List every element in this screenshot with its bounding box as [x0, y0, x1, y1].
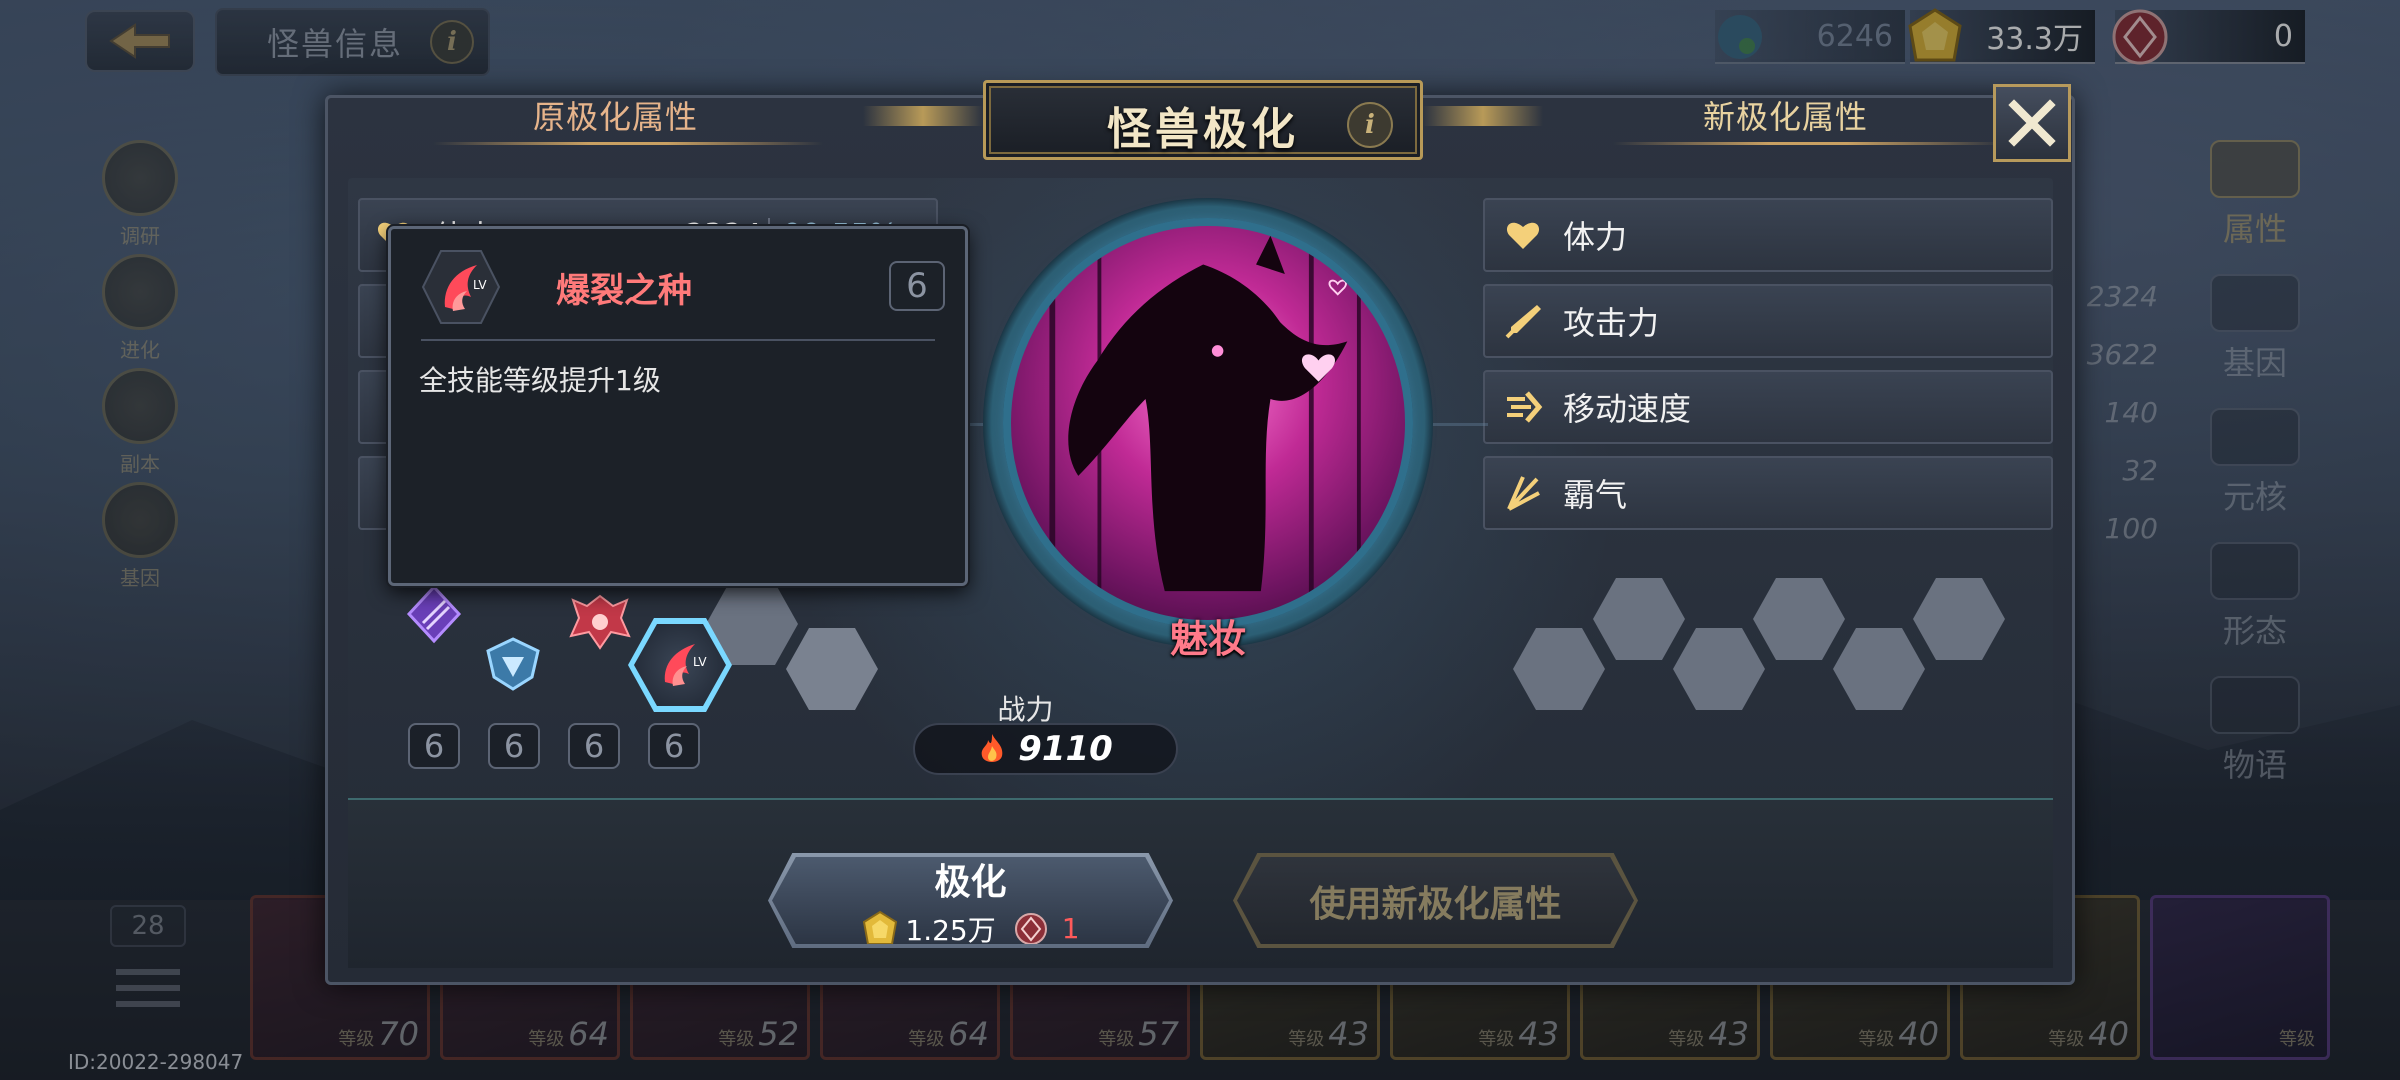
burst-seed-icon: LV: [664, 644, 707, 686]
polarize-dialog: 原极化属性 新极化属性 怪兽极化 i 体力 2324 99.55%: [325, 80, 2075, 985]
divider: [1613, 142, 2003, 145]
polarize-button-body: 极化 1.25万 1: [772, 857, 1169, 944]
original-attributes-title: 原极化属性: [533, 98, 699, 136]
monster-silhouette-icon: [1049, 226, 1361, 620]
banner-ornament: [1423, 106, 1543, 126]
gold-coin-icon: [863, 910, 898, 944]
burst-seed-icon: LV: [421, 250, 501, 324]
polarize-button-label: 极化: [934, 861, 1007, 903]
claw-icon: [1507, 476, 1540, 511]
new-attribute-list: 体力 攻击力 移动速度 霸气: [1483, 198, 2053, 542]
divider: [421, 339, 935, 341]
use-new-button-body: 使用新极化属性: [1237, 857, 1634, 944]
monster-portrait[interactable]: [1003, 218, 1413, 628]
dialog-title: 怪兽极化: [1107, 104, 1299, 155]
use-new-attributes-label: 使用新极化属性: [1309, 883, 1562, 925]
dialog-title-banner: 怪兽极化 i: [863, 60, 1543, 170]
combat-power: 9110: [913, 723, 1178, 775]
use-new-attributes-button[interactable]: 使用新极化属性: [1233, 853, 1638, 948]
selected-skill-slot[interactable]: LV: [628, 618, 732, 712]
new-attr-speed: 移动速度: [1483, 370, 2053, 444]
blue-shield-icon[interactable]: [480, 633, 546, 695]
close-icon: [2008, 99, 2056, 147]
svg-text:LV: LV: [473, 278, 487, 292]
new-attr-stamina: 体力: [1483, 198, 2053, 272]
fire-icon: [981, 734, 1003, 762]
tooltip-skill-name: 爆裂之种: [556, 271, 692, 311]
crystal-icon: [1014, 912, 1047, 944]
new-attr-attack: 攻击力: [1483, 284, 2053, 358]
new-attributes-title: 新极化属性: [1703, 98, 1869, 136]
tooltip-skill-level: 6: [889, 261, 945, 311]
tooltip-description: 全技能等级提升1级: [419, 364, 661, 397]
polarize-cost-item: 1: [1061, 912, 1080, 945]
skill-tooltip: LV 爆裂之种 6 全技能等级提升1级: [388, 226, 968, 586]
skill-level-badge: 6: [488, 723, 540, 769]
combat-power-value: 9110: [1018, 729, 1113, 769]
sword-icon: [1505, 305, 1541, 339]
divider: [433, 142, 823, 145]
speed-icon: [1507, 391, 1543, 423]
new-attr-dominance: 霸气: [1483, 456, 2053, 530]
skill-level-badge: 6: [408, 723, 460, 769]
red-demon-icon[interactable]: [563, 588, 637, 654]
polarize-cost-gold: 1.25万: [905, 913, 996, 947]
skill-level-badge: 6: [568, 723, 620, 769]
polarize-cost: 1.25万 1: [861, 909, 1080, 947]
dialog-footer: [348, 798, 2053, 968]
banner-ornament: [863, 106, 983, 126]
skill-level-badge: 6: [648, 723, 700, 769]
close-button[interactable]: [1993, 84, 2071, 162]
svg-text:LV: LV: [693, 655, 707, 669]
heart-icon: [1506, 222, 1540, 249]
info-icon[interactable]: i: [1347, 102, 1393, 148]
purple-crystal-icon[interactable]: [403, 583, 465, 645]
polarize-button[interactable]: 极化 1.25万 1: [768, 853, 1173, 948]
